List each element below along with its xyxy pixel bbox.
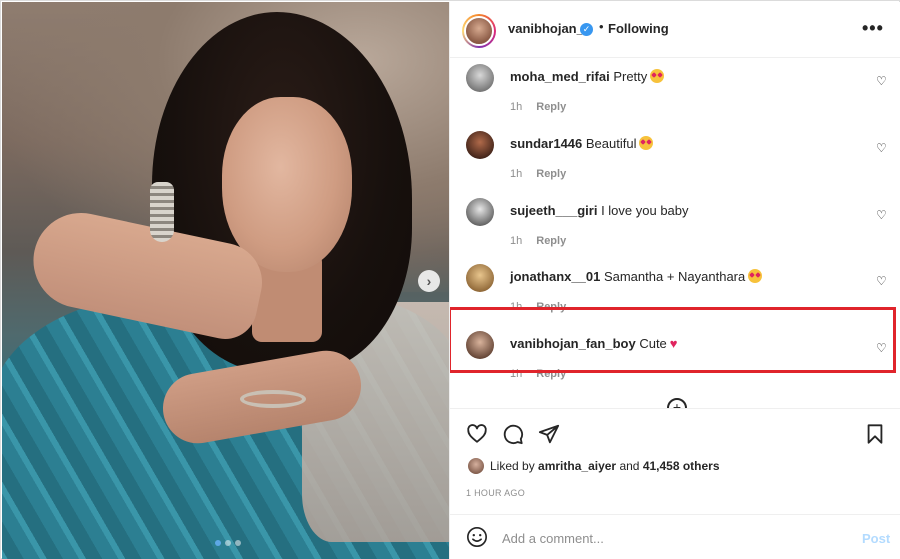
reply-button[interactable]: Reply bbox=[536, 101, 566, 113]
likes-text: Liked by amritha_aiyer and 41,458 others bbox=[490, 459, 720, 473]
commenter-avatar[interactable] bbox=[466, 131, 494, 159]
commenter-username[interactable]: sundar1446 bbox=[510, 136, 582, 151]
carousel-dot bbox=[235, 540, 241, 546]
heart-eyes-emoji-icon bbox=[650, 69, 665, 83]
like-comment-icon[interactable]: ♡ bbox=[876, 141, 887, 155]
load-more-comments-icon[interactable]: + bbox=[667, 398, 687, 408]
carousel-dots bbox=[215, 540, 241, 546]
post-timestamp[interactable]: 1 HOUR AGO bbox=[466, 488, 525, 498]
heart-eyes-emoji-icon bbox=[639, 136, 654, 150]
more-options-icon[interactable]: ••• bbox=[862, 18, 884, 39]
comment-item: sujeeth___giri I love you baby 1h Reply ♡ bbox=[450, 198, 900, 265]
carousel-dot bbox=[225, 540, 231, 546]
commenter-username[interactable]: sujeeth___giri bbox=[510, 203, 597, 218]
comment-item: moha_med_rifai Pretty 1h Reply ♡ bbox=[450, 64, 900, 131]
comment-text: Samantha + Nayanthara bbox=[603, 269, 746, 284]
highlight-box bbox=[450, 307, 896, 373]
comment-text: Pretty bbox=[613, 69, 648, 84]
following-button[interactable]: Following bbox=[608, 21, 669, 36]
photo-face bbox=[222, 97, 352, 272]
photo-bangle bbox=[240, 390, 306, 408]
likes-and: and bbox=[619, 459, 640, 473]
emoji-smile-icon[interactable] bbox=[466, 526, 488, 548]
author-username[interactable]: vanibhojan_ bbox=[508, 21, 584, 36]
like-comment-icon[interactable]: ♡ bbox=[876, 74, 887, 88]
comment-line: moha_med_rifai Pretty bbox=[510, 69, 665, 84]
comment-line: sundar1446 Beautiful bbox=[510, 136, 654, 151]
comment-bubble-icon[interactable] bbox=[502, 423, 524, 445]
comment-time: 1h bbox=[510, 168, 523, 180]
post-side-panel: vanibhojan_ ✓ • Following ••• moha_med_r… bbox=[449, 2, 900, 559]
add-comment-bar: Add a comment... Post bbox=[450, 514, 900, 559]
reply-button[interactable]: Reply bbox=[536, 235, 566, 247]
carousel-dot bbox=[215, 540, 221, 546]
reply-button[interactable]: Reply bbox=[536, 168, 566, 180]
liker-username[interactable]: amritha_aiyer bbox=[538, 459, 616, 473]
comment-meta: 1h Reply bbox=[510, 101, 566, 113]
likes-summary: Liked by amritha_aiyer and 41,458 others bbox=[450, 456, 900, 480]
like-heart-icon[interactable] bbox=[466, 423, 488, 445]
commenter-username[interactable]: moha_med_rifai bbox=[510, 69, 610, 84]
comment-meta: 1h Reply bbox=[510, 168, 566, 180]
liker-avatar[interactable] bbox=[468, 458, 484, 474]
post-header: vanibhojan_ ✓ • Following ••• bbox=[450, 2, 900, 58]
bookmark-icon[interactable] bbox=[864, 423, 886, 445]
commenter-username[interactable]: jonathanx__01 bbox=[510, 269, 600, 284]
heart-eyes-emoji-icon bbox=[748, 269, 763, 283]
like-comment-icon[interactable]: ♡ bbox=[876, 208, 887, 222]
comment-text: I love you baby bbox=[601, 203, 689, 218]
comment-line: sujeeth___giri I love you baby bbox=[510, 203, 689, 218]
post-comment-button[interactable]: Post bbox=[862, 531, 890, 546]
comment-meta: 1h Reply bbox=[510, 235, 566, 247]
header-separator: • bbox=[599, 19, 604, 34]
photo-earring bbox=[150, 182, 174, 242]
add-comment-input[interactable]: Add a comment... bbox=[502, 531, 604, 546]
comment-line: jonathanx__01 Samantha + Nayanthara bbox=[510, 269, 763, 284]
comment-text: Beautiful bbox=[585, 136, 637, 151]
likes-count[interactable]: 41,458 others bbox=[643, 459, 720, 473]
avatar-image bbox=[464, 16, 494, 46]
post-photo[interactable]: › bbox=[2, 2, 449, 559]
carousel-next-button[interactable]: › bbox=[418, 270, 440, 292]
commenter-avatar[interactable] bbox=[466, 264, 494, 292]
comments-list[interactable]: moha_med_rifai Pretty 1h Reply ♡ sundar14… bbox=[450, 58, 900, 408]
like-comment-icon[interactable]: ♡ bbox=[876, 274, 887, 288]
comment-time: 1h bbox=[510, 101, 523, 113]
chevron-right-icon: › bbox=[426, 273, 432, 289]
commenter-avatar[interactable] bbox=[466, 64, 494, 92]
action-bar bbox=[450, 408, 900, 456]
commenter-avatar[interactable] bbox=[466, 198, 494, 226]
share-paper-plane-icon[interactable] bbox=[538, 423, 560, 445]
verified-badge-icon: ✓ bbox=[580, 23, 593, 36]
author-avatar[interactable] bbox=[462, 14, 496, 48]
comment-time: 1h bbox=[510, 235, 523, 247]
post-dialog: › vanibhojan_ ✓ • Following ••• moha_med… bbox=[0, 0, 900, 559]
comment-item: sundar1446 Beautiful 1h Reply ♡ bbox=[450, 131, 900, 198]
likes-prefix: Liked by bbox=[490, 459, 535, 473]
